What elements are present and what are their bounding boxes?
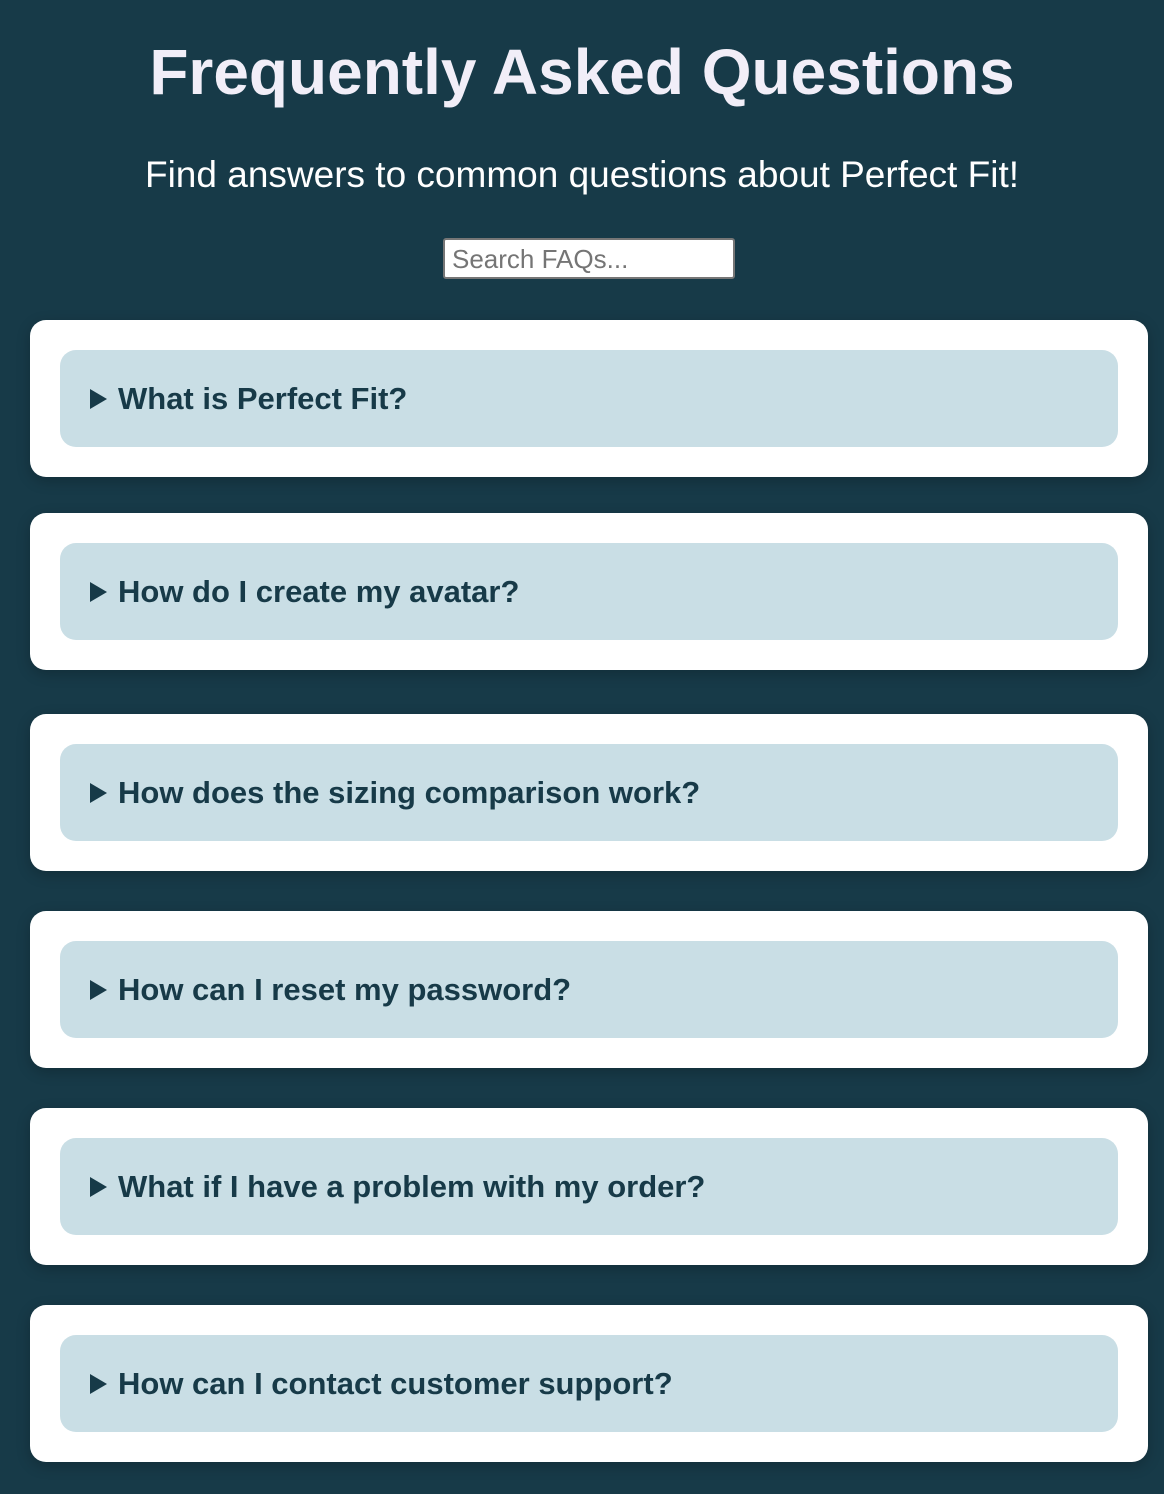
faq-item: What if I have a problem with my order? xyxy=(30,1108,1148,1265)
page-subtitle: Find answers to common questions about P… xyxy=(144,154,1020,195)
triangle-right-icon xyxy=(90,581,107,602)
faq-question-toggle[interactable]: How can I reset my password? xyxy=(60,941,1118,1038)
faq-question-toggle[interactable]: What if I have a problem with my order? xyxy=(60,1138,1118,1235)
faq-question-text: How can I contact customer support? xyxy=(118,1365,673,1401)
faq-question-toggle[interactable]: What is Perfect Fit? xyxy=(60,350,1118,447)
search-input[interactable] xyxy=(443,238,735,279)
faq-question-text: How does the sizing comparison work? xyxy=(118,774,701,810)
faq-question-toggle[interactable]: How does the sizing comparison work? xyxy=(60,744,1118,841)
triangle-right-icon xyxy=(90,782,107,803)
faq-question-text: What is Perfect Fit? xyxy=(118,380,408,416)
triangle-right-icon xyxy=(90,1373,107,1394)
faq-item: How can I reset my password? xyxy=(30,911,1148,1068)
faq-item: How do I create my avatar? xyxy=(30,513,1148,670)
faq-question-toggle[interactable]: How can I contact customer support? xyxy=(60,1335,1118,1432)
faq-question-text: How can I reset my password? xyxy=(118,971,572,1007)
faq-item: How does the sizing comparison work? xyxy=(30,714,1148,871)
triangle-right-icon xyxy=(90,979,107,1000)
triangle-right-icon xyxy=(90,388,107,409)
faq-item: How can I contact customer support? xyxy=(30,1305,1148,1462)
faq-question-text: How do I create my avatar? xyxy=(118,573,520,609)
page-title: Frequently Asked Questions xyxy=(149,36,1015,108)
triangle-right-icon xyxy=(90,1176,107,1197)
faq-question-toggle[interactable]: How do I create my avatar? xyxy=(60,543,1118,640)
faq-item: What is Perfect Fit? xyxy=(30,320,1148,477)
faq-question-text: What if I have a problem with my order? xyxy=(118,1168,706,1204)
